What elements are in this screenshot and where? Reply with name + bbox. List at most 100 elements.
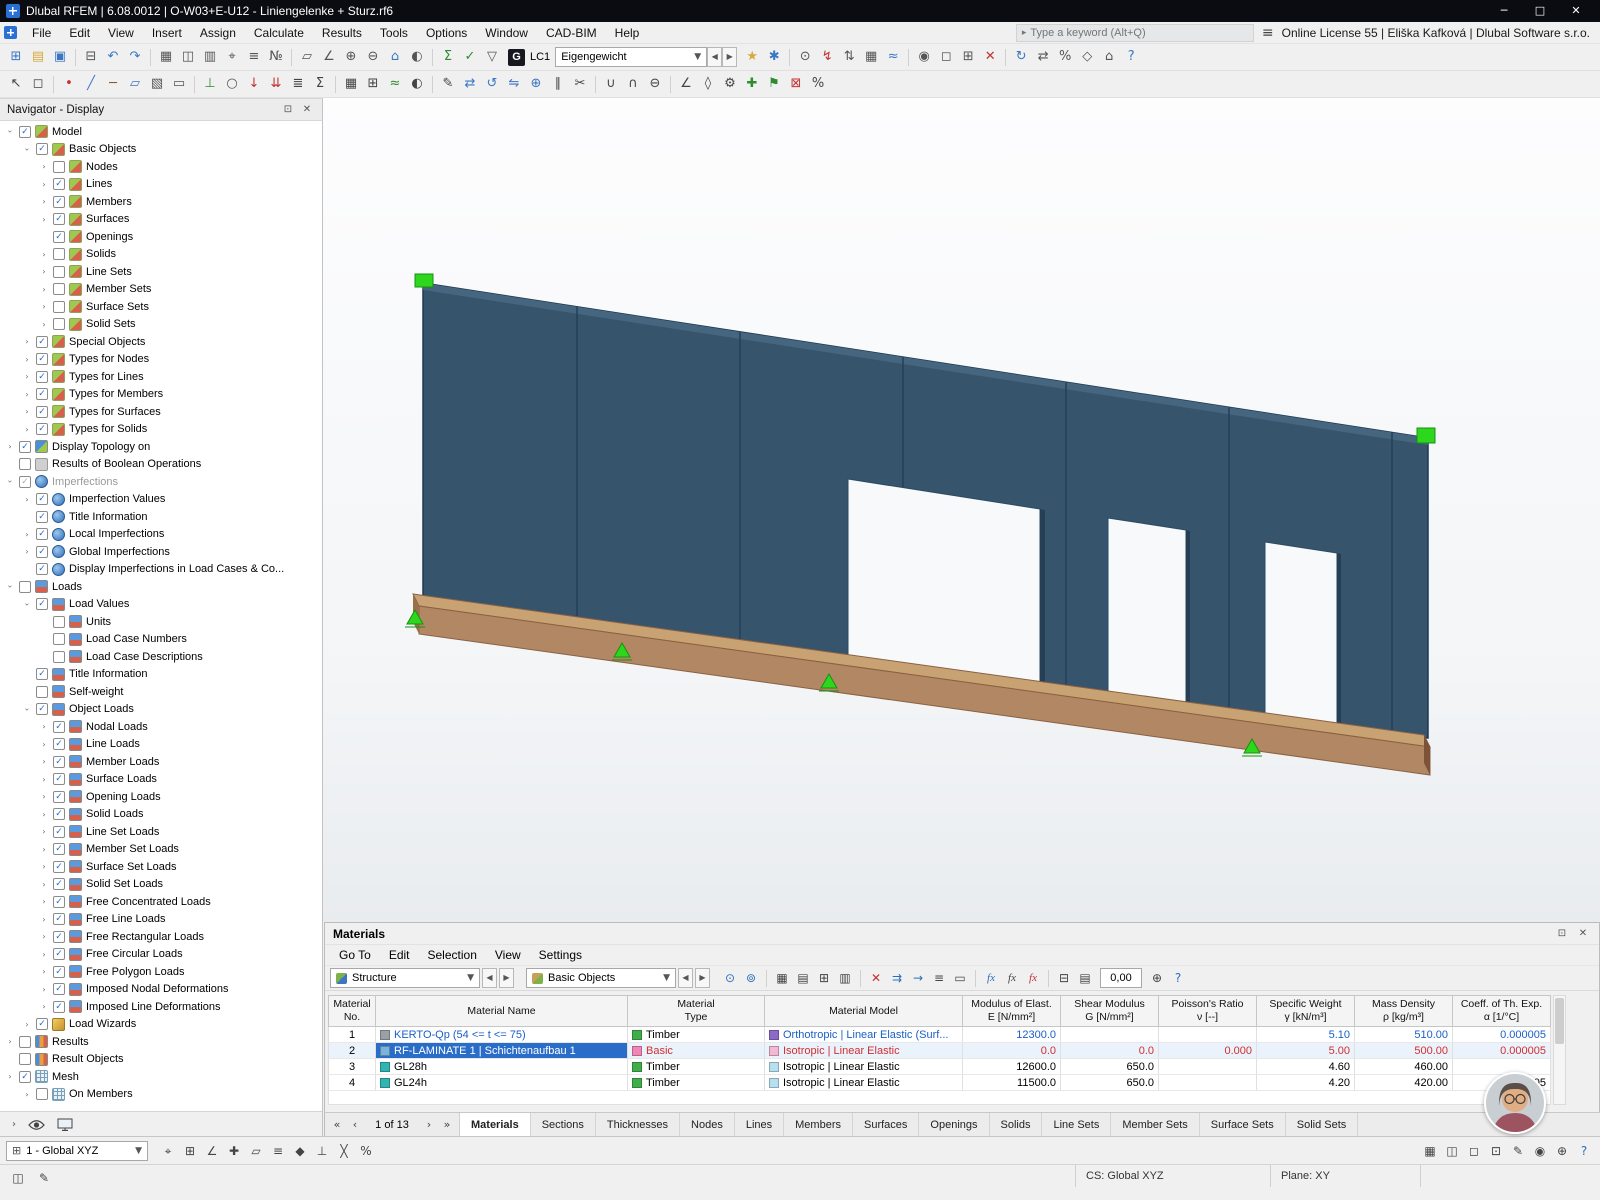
work-plane-status-icon[interactable]: ▱ bbox=[246, 1141, 266, 1161]
show-loads-icon[interactable]: ⊙ bbox=[794, 46, 816, 68]
material-e-cell[interactable]: 11500.0 bbox=[963, 1075, 1061, 1091]
insert-member-icon[interactable]: ─ bbox=[102, 73, 124, 95]
float-window-icon[interactable]: ⊡ bbox=[280, 102, 296, 118]
insert-surface-icon[interactable]: ▱ bbox=[124, 73, 146, 95]
menu-edit[interactable]: Edit bbox=[60, 22, 99, 44]
expand-arrow-icon[interactable]: › bbox=[21, 547, 33, 556]
door-opening[interactable] bbox=[847, 478, 1041, 685]
tree-item-member-loads[interactable]: › ✓ Member Loads bbox=[0, 753, 322, 771]
visibility-checkbox[interactable]: ✓ bbox=[36, 353, 48, 366]
mirror-icon[interactable]: ⇋ bbox=[503, 73, 525, 95]
expand-arrow-icon[interactable]: › bbox=[38, 215, 50, 224]
zoom-out-icon[interactable]: ⊖ bbox=[362, 46, 384, 68]
visibility-checkbox[interactable]: ✓ bbox=[53, 755, 65, 768]
tree-item-opening-loads[interactable]: › ✓ Opening Loads bbox=[0, 788, 322, 806]
select-arrow-icon[interactable]: ↖ bbox=[5, 73, 27, 95]
table-tab-member-sets[interactable]: Member Sets bbox=[1111, 1113, 1200, 1136]
open-model-icon[interactable]: ▤ bbox=[27, 46, 49, 68]
snap-points-icon[interactable]: ⌖ bbox=[158, 1141, 178, 1161]
relative-snap-icon[interactable]: % bbox=[356, 1141, 376, 1161]
visibility-checkbox[interactable] bbox=[53, 318, 65, 331]
visibility-checkbox[interactable]: ✓ bbox=[53, 213, 65, 226]
visibility-checkbox[interactable]: ✓ bbox=[53, 878, 65, 891]
material-e-cell[interactable]: 0.0 bbox=[963, 1043, 1061, 1059]
load-values-icon[interactable]: ↯ bbox=[816, 46, 838, 68]
expand-arrow-icon[interactable]: › bbox=[38, 775, 50, 784]
search-input[interactable] bbox=[1030, 26, 1248, 39]
material-model-cell[interactable]: Isotropic | Linear Elastic bbox=[765, 1059, 963, 1075]
menu-cad-bim[interactable]: CAD-BIM bbox=[537, 22, 606, 44]
structure-combo[interactable]: Structure ▼ bbox=[330, 968, 480, 988]
move-copy-icon[interactable]: ⇄ bbox=[459, 73, 481, 95]
tree-item-solid-set-loads[interactable]: › ✓ Solid Set Loads bbox=[0, 876, 322, 894]
material-rho-cell[interactable]: 460.00 bbox=[1355, 1059, 1453, 1075]
tree-item-results[interactable]: › Results bbox=[0, 1033, 322, 1051]
new-model-icon[interactable]: ⊞ bbox=[5, 46, 27, 68]
select-frame-icon[interactable]: ▭ bbox=[950, 968, 970, 988]
undo-icon[interactable]: ↶ bbox=[102, 46, 124, 68]
column-filter-icon[interactable]: ▥ bbox=[835, 968, 855, 988]
expand-list-icon[interactable]: ≡ bbox=[929, 968, 949, 988]
insert-nodal-load-icon[interactable]: ↓ bbox=[243, 73, 265, 95]
filter-icon[interactable]: ▽ bbox=[481, 46, 503, 68]
ortho-mode-icon[interactable]: ∠ bbox=[202, 1141, 222, 1161]
column-header-poisson-s-ratio[interactable]: Poisson's Ratio ν [--] bbox=[1159, 995, 1257, 1027]
midpoint-snap-icon[interactable]: ◆ bbox=[290, 1141, 310, 1161]
dimensions-icon[interactable]: ∠ bbox=[675, 73, 697, 95]
menu-tools[interactable]: Tools bbox=[371, 22, 417, 44]
material-model-cell[interactable]: Isotropic | Linear Elastic bbox=[765, 1043, 963, 1059]
tree-item-surface-sets[interactable]: › Surface Sets bbox=[0, 298, 322, 316]
guide-lines-icon[interactable]: ≡ bbox=[243, 46, 265, 68]
tree-item-line-sets[interactable]: › Line Sets bbox=[0, 263, 322, 281]
tree-item-solid-sets[interactable]: › Solid Sets bbox=[0, 316, 322, 334]
display-monitor-icon[interactable] bbox=[57, 1118, 73, 1131]
material-gamma-cell[interactable]: 5.10 bbox=[1257, 1027, 1355, 1043]
copy-icon[interactable]: ⊕ bbox=[525, 73, 547, 95]
insert-solid-icon[interactable]: ▧ bbox=[146, 73, 168, 95]
expand-arrow-icon[interactable]: › bbox=[4, 1037, 16, 1046]
insert-support-icon[interactable]: ⊥ bbox=[199, 73, 221, 95]
layout-toggle-icon[interactable]: ◫ bbox=[8, 1168, 28, 1188]
material-alpha-cell[interactable]: 0.000005 bbox=[1453, 1027, 1551, 1043]
expand-arrow-icon[interactable]: › bbox=[38, 757, 50, 766]
add-objects-icon[interactable]: ✚ bbox=[741, 73, 763, 95]
tree-item-global-imperfections[interactable]: › ✓ Global Imperfections bbox=[0, 543, 322, 561]
expand-arrow-icon[interactable]: › bbox=[4, 1072, 16, 1081]
table-tab-surfaces[interactable]: Surfaces bbox=[853, 1113, 920, 1136]
material-g-cell[interactable]: 650.0 bbox=[1061, 1059, 1159, 1075]
perpendicular-snap-icon[interactable]: ⊥ bbox=[312, 1141, 332, 1161]
visibility-checkbox[interactable]: ✓ bbox=[53, 843, 65, 856]
column-header-material[interactable]: Material No. bbox=[328, 995, 376, 1027]
visibility-checkbox[interactable]: ✓ bbox=[53, 1000, 65, 1013]
sort-icon[interactable]: ⇅ bbox=[838, 46, 860, 68]
calculate-all-icon[interactable]: ≈ bbox=[384, 73, 406, 95]
material-gamma-cell[interactable]: 4.20 bbox=[1257, 1075, 1355, 1091]
menu-view[interactable]: View bbox=[99, 22, 143, 44]
float-table-icon[interactable]: ⊡ bbox=[1554, 928, 1570, 939]
menu-file[interactable]: File bbox=[23, 22, 60, 44]
material-gamma-cell[interactable]: 4.60 bbox=[1257, 1059, 1355, 1075]
visibility-checkbox[interactable]: ✓ bbox=[53, 230, 65, 243]
box-select-icon[interactable]: ◻ bbox=[27, 73, 49, 95]
delete-objects-icon[interactable]: ⊠ bbox=[785, 73, 807, 95]
material-type-cell[interactable]: Timber bbox=[628, 1027, 765, 1043]
insert-line-icon[interactable]: ╱ bbox=[80, 73, 102, 95]
tree-item-nodal-loads[interactable]: › ✓ Nodal Loads bbox=[0, 718, 322, 736]
tree-item-types-for-nodes[interactable]: › ✓ Types for Nodes bbox=[0, 351, 322, 369]
material-nu-cell[interactable] bbox=[1159, 1027, 1257, 1043]
material-name-cell[interactable]: GL28h bbox=[376, 1059, 628, 1075]
divide-icon[interactable]: ∥ bbox=[547, 73, 569, 95]
edit-mode-icon[interactable]: ✎ bbox=[1508, 1141, 1528, 1161]
expand-arrow-icon[interactable]: › bbox=[21, 407, 33, 416]
visibility-checkbox[interactable] bbox=[53, 300, 65, 313]
zoom-table-icon[interactable]: ⊕ bbox=[1147, 968, 1167, 988]
collapse-arrow-icon[interactable]: › bbox=[6, 126, 15, 138]
visibility-checkbox[interactable] bbox=[19, 1053, 31, 1066]
zoom-in-icon[interactable]: ⊕ bbox=[340, 46, 362, 68]
visibility-checkbox[interactable]: ✓ bbox=[36, 703, 48, 716]
expand-arrow-icon[interactable]: › bbox=[21, 337, 33, 346]
visibility-checkbox[interactable]: ✓ bbox=[53, 965, 65, 978]
redo-icon[interactable]: ↷ bbox=[124, 46, 146, 68]
visibility-checkbox[interactable] bbox=[53, 283, 65, 296]
material-g-cell[interactable] bbox=[1061, 1027, 1159, 1043]
